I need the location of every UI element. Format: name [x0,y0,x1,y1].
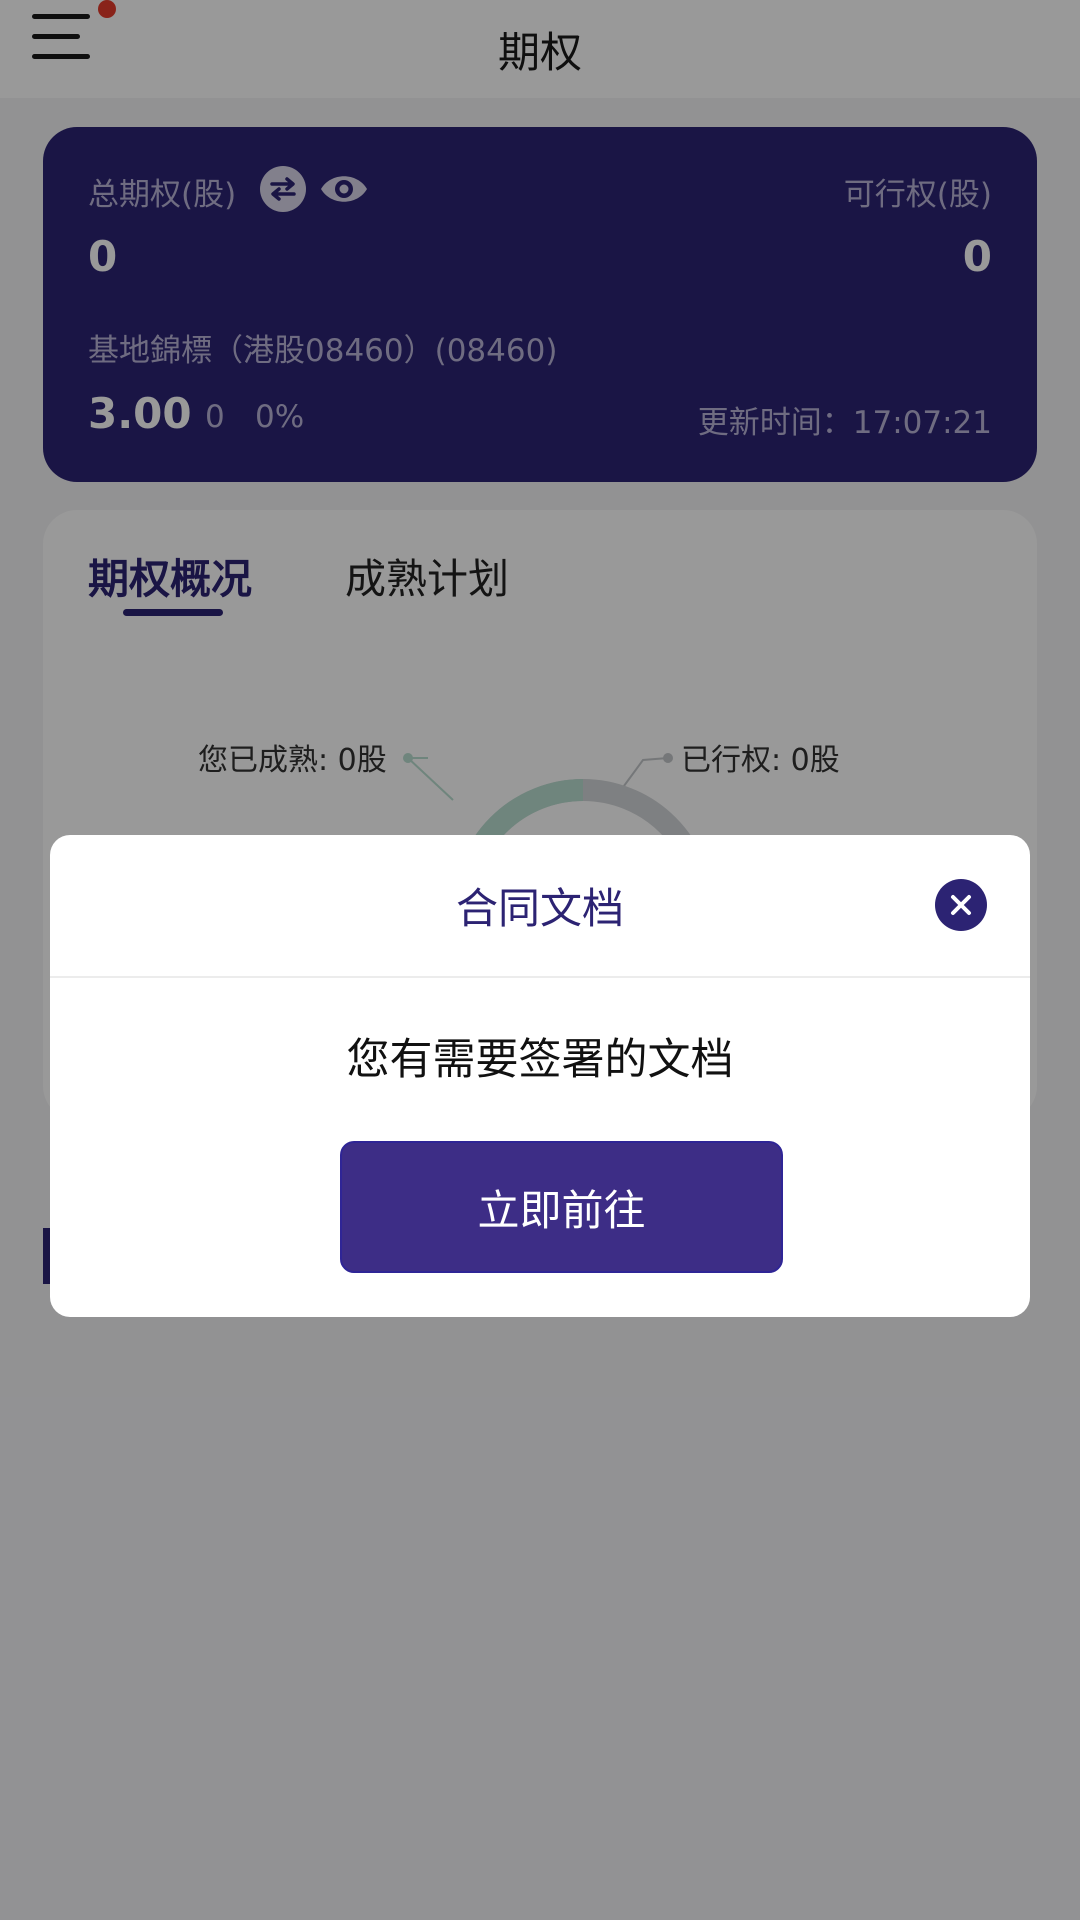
go-now-button[interactable]: 立即前往 [340,1141,783,1273]
dialog-title: 合同文档 [455,884,624,933]
close-icon[interactable] [935,879,987,931]
dialog-header: 合同文档 [50,835,1030,978]
close-icon-glyph [951,895,971,915]
dialog-message: 您有需要签署的文档 [346,1035,734,1085]
contract-document-dialog: 合同文档 您有需要签署的文档 立即前往 [50,835,1030,1317]
